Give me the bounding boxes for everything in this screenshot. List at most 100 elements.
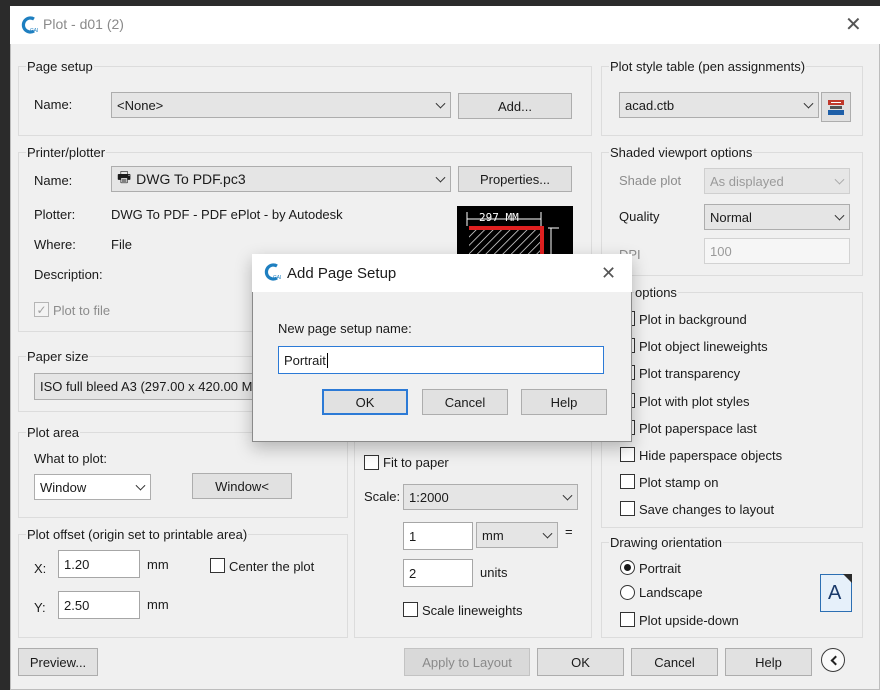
plotter-value: DWG To PDF - PDF ePlot - by Autodesk [111, 207, 343, 222]
apply-to-layout-button[interactable]: Apply to Layout [404, 648, 530, 676]
offset-x-value: 1.20 [64, 556, 90, 572]
shaded-viewport-label: Shaded viewport options [609, 145, 754, 160]
add-page-setup-button[interactable]: Add... [458, 93, 572, 119]
add-dialog-help-button[interactable]: Help [521, 389, 607, 415]
page-setup-name-label: Name: [34, 97, 73, 112]
plot-option-checkbox[interactable] [620, 447, 635, 462]
plot-style-select[interactable]: acad.ctb [619, 92, 819, 118]
window-button[interactable]: Window< [192, 473, 292, 499]
offset-y-unit: mm [147, 597, 169, 612]
help-button[interactable]: Help [725, 648, 812, 676]
plot-style-value: acad.ctb [625, 97, 675, 113]
fit-to-paper-label: Fit to paper [383, 455, 449, 470]
add-dialog-logo-icon: CAD [263, 263, 284, 281]
scale-unit-select[interactable]: mm [476, 522, 558, 548]
new-setup-name-value: Portrait [284, 352, 326, 368]
text-cursor [326, 352, 328, 368]
autocad-logo-icon: CAD [20, 16, 41, 34]
plot-option-label: Plot transparency [639, 366, 741, 381]
quality-label: Quality [619, 209, 660, 224]
page-setup-label: Page setup [26, 59, 94, 74]
shade-plot-value: As displayed [710, 173, 784, 189]
plot-offset-label: Plot offset (origin set to printable are… [26, 527, 249, 542]
scale-lineweights-checkbox[interactable] [403, 602, 418, 617]
plot-option-label: Plot paperspace last [639, 421, 757, 436]
ok-button[interactable]: OK [537, 648, 624, 676]
offset-y-input[interactable]: 2.50 [58, 591, 140, 619]
dpi-input[interactable]: 100 [704, 238, 850, 264]
drawing-orientation-label: Drawing orientation [609, 535, 724, 550]
close-icon[interactable]: ✕ [845, 15, 862, 35]
what-to-plot-label: What to plot: [34, 451, 107, 466]
where-value: File [111, 237, 132, 252]
fit-to-paper-checkbox[interactable] [364, 455, 379, 470]
printer-name-label: Name: [34, 173, 73, 188]
landscape-label: Landscape [639, 585, 703, 600]
add-dialog-close-icon[interactable]: ✕ [601, 264, 616, 282]
svg-text:CAD: CAD [30, 28, 38, 34]
svg-text:CAD: CAD [273, 275, 281, 281]
paper-preview-image: 297 MM [457, 206, 573, 256]
plot-options-group [601, 292, 863, 528]
properties-button[interactable]: Properties... [458, 166, 572, 192]
plot-option-label: Save changes to layout [639, 502, 775, 517]
scale-unit-value: mm [482, 527, 504, 543]
scale-denominator-input[interactable]: 2 [403, 559, 473, 587]
orientation-letter: A [828, 582, 842, 604]
printer-name-select[interactable]: 🖶 DWG To PDF.pc3 [111, 166, 451, 192]
plot-option-label: Plot in background [639, 312, 747, 327]
what-to-plot-select[interactable]: Window [34, 474, 151, 500]
plot-option-checkbox[interactable] [620, 501, 635, 516]
page-setup-name-select[interactable]: <None> [111, 92, 451, 118]
add-dialog-cancel-button[interactable]: Cancel [422, 389, 508, 415]
shade-plot-select[interactable]: As displayed [704, 168, 850, 194]
plot-upside-down-checkbox[interactable] [620, 612, 635, 627]
center-plot-checkbox[interactable] [210, 558, 225, 573]
add-dialog-ok-button[interactable]: OK [322, 389, 408, 415]
plot-dialog-titlebar [10, 6, 880, 44]
paper-size-label: Paper size [26, 349, 90, 364]
plotter-label: Plotter: [34, 207, 76, 222]
shade-plot-label: Shade plot [619, 173, 682, 188]
dpi-value: 100 [710, 243, 732, 259]
offset-y-label: Y: [34, 600, 46, 615]
plot-option-label: Plot object lineweights [639, 339, 768, 354]
scale-numerator-input[interactable]: 1 [403, 522, 473, 550]
landscape-radio[interactable] [620, 585, 635, 600]
page-setup-name-value: <None> [117, 97, 164, 113]
scale-label: Scale: [364, 489, 401, 504]
where-label: Where: [34, 237, 76, 252]
plot-option-checkbox[interactable] [620, 474, 635, 489]
new-setup-name-label: New page setup name: [278, 321, 412, 336]
collapse-options-icon[interactable] [821, 648, 845, 672]
offset-x-unit: mm [147, 557, 169, 572]
plot-option-label: Hide paperspace objects [639, 448, 783, 463]
preview-button[interactable]: Preview... [18, 648, 98, 676]
new-setup-name-input[interactable]: Portrait [278, 346, 604, 374]
plot-option-label: Plot stamp on [639, 475, 719, 490]
add-dialog-title: Add Page Setup [287, 265, 397, 282]
plot-option-label: Plot with plot styles [639, 394, 750, 409]
edit-plot-style-button[interactable] [821, 92, 851, 122]
plot-to-file-label: Plot to file [53, 303, 111, 318]
scale-numerator-value: 1 [409, 528, 417, 544]
offset-x-input[interactable]: 1.20 [58, 550, 140, 578]
plot-to-file-checkbox[interactable]: ✓ [34, 302, 49, 317]
scale-denominator-value: 2 [409, 565, 417, 581]
plot-area-label: Plot area [26, 425, 81, 440]
cancel-button[interactable]: Cancel [631, 648, 718, 676]
scale-select[interactable]: 1:2000 [403, 484, 578, 510]
printer-icon: 🖶 [117, 168, 132, 186]
scale-lineweights-label: Scale lineweights [422, 603, 523, 618]
center-plot-label: Center the plot [229, 559, 315, 574]
what-to-plot-value: Window [40, 479, 87, 495]
plot-style-edit-icon [826, 97, 846, 117]
plot-options-label: options [634, 285, 678, 300]
quality-select[interactable]: Normal [704, 204, 850, 230]
printer-name-value: DWG To PDF.pc3 [136, 171, 246, 187]
quality-value: Normal [710, 209, 752, 225]
portrait-radio[interactable] [620, 560, 635, 575]
offset-y-value: 2.50 [64, 597, 90, 613]
description-label: Description: [34, 267, 103, 282]
plot-upside-down-label: Plot upside-down [639, 613, 739, 628]
